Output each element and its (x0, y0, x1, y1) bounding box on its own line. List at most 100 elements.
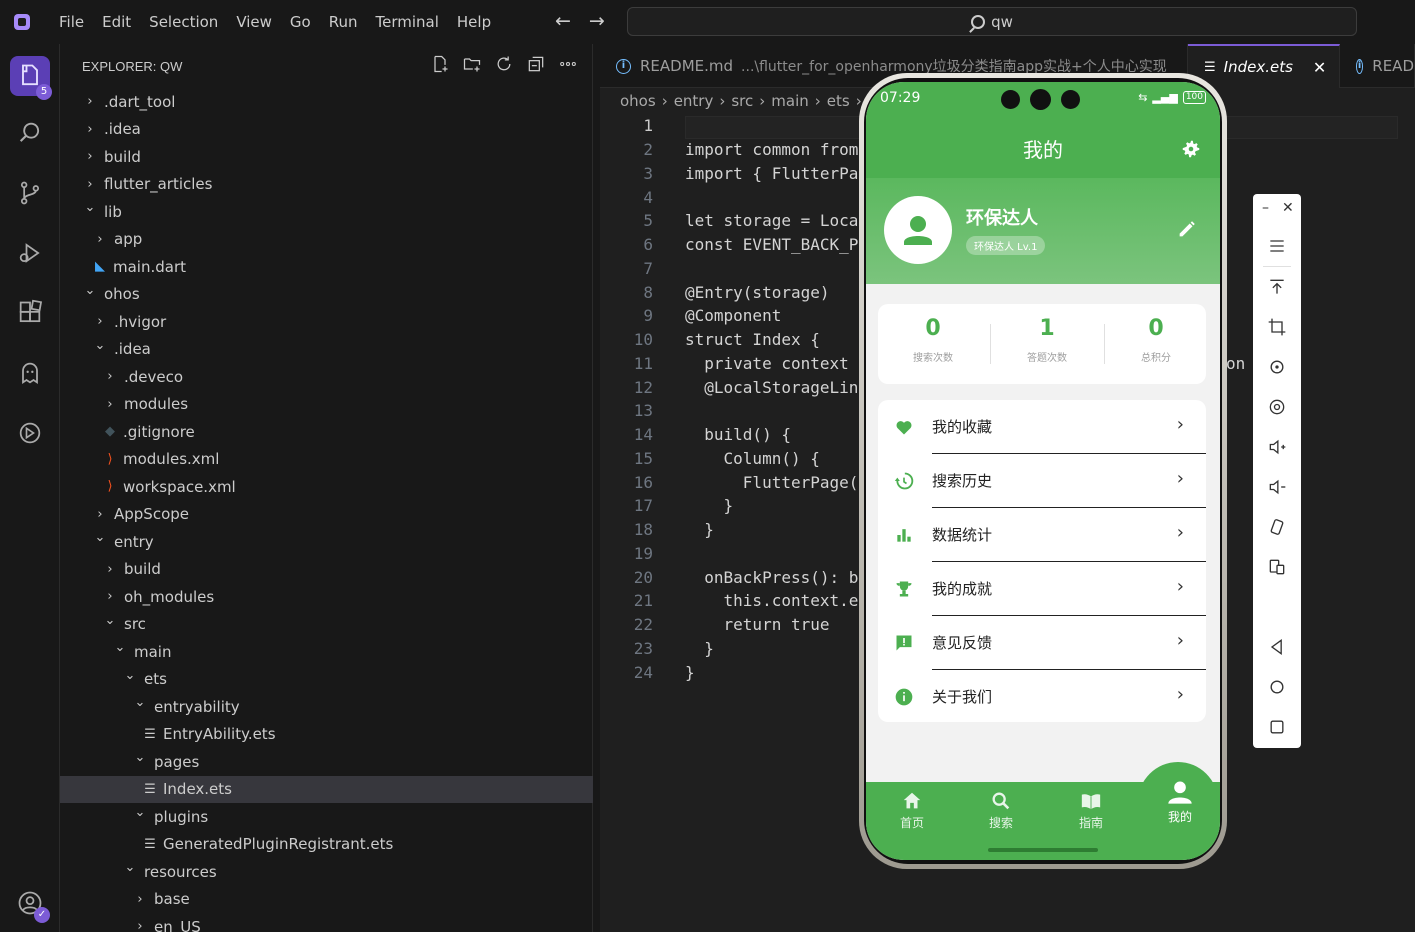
tree-folder[interactable]: › .idea (60, 116, 593, 144)
deveco-extension-icon[interactable] (14, 417, 46, 449)
tree-folder[interactable]: › .dart_tool (60, 88, 593, 116)
search-activity-icon[interactable] (14, 117, 46, 149)
menu-selection[interactable]: Selection (140, 0, 227, 44)
crop-icon[interactable] (1265, 315, 1289, 339)
breadcrumb-item[interactable]: ohos (620, 92, 656, 110)
tree-file[interactable]: ☰ EntryAbility.ets (60, 721, 593, 749)
tree-folder[interactable]: ⌄ main (60, 638, 593, 666)
menu-feedback[interactable]: 意见反馈 › (878, 616, 1206, 670)
multi-device-icon[interactable] (1265, 555, 1289, 579)
menu-edit[interactable]: Edit (93, 0, 140, 44)
tab-index-label: Index.ets (1223, 58, 1293, 76)
ghost-extension-icon[interactable] (14, 357, 46, 389)
explorer-actions (430, 54, 578, 74)
menu-run[interactable]: Run (320, 0, 367, 44)
tree-folder[interactable]: › oh_modules (60, 583, 593, 611)
menu-bar: File Edit Selection View Go Run Terminal… (50, 0, 500, 44)
tab-search[interactable]: 搜索 (971, 790, 1031, 831)
forward-arrow-icon[interactable]: → (589, 10, 605, 32)
command-center-search[interactable]: qw (627, 7, 1357, 36)
tree-folder[interactable]: › flutter_articles (60, 171, 593, 199)
breadcrumb-item[interactable]: src (731, 92, 753, 110)
minimize-icon[interactable]: – (1262, 200, 1269, 216)
tree-file[interactable]: ◆ .gitignore (60, 418, 593, 446)
tree-folder[interactable]: › en_US (60, 913, 593, 932)
avatar[interactable] (884, 196, 952, 264)
menu-achievements[interactable]: 我的成就 › (878, 562, 1206, 616)
tree-file[interactable]: ⟩ workspace.xml (60, 473, 593, 501)
tree-folder[interactable]: ⌄ src (60, 611, 593, 639)
tree-file[interactable]: ☰ GeneratedPluginRegistrant.ets (60, 831, 593, 859)
close-tab-icon[interactable]: ✕ (1313, 58, 1326, 77)
code-line: 20 onBackPress(): b (600, 565, 859, 589)
tree-folder[interactable]: › modules (60, 391, 593, 419)
feedback-icon (896, 635, 912, 651)
home-indicator[interactable] (988, 848, 1098, 852)
tree-folder[interactable]: › base (60, 886, 593, 914)
stat-value: 1 (1039, 316, 1055, 341)
tree-folder[interactable]: › AppScope (60, 501, 593, 529)
breadcrumb-item[interactable]: main (771, 92, 808, 110)
tree-folder[interactable]: ⌄ plugins (60, 803, 593, 831)
menu-favorites[interactable]: 我的收藏 › (878, 400, 1206, 454)
line-number: 8 (643, 282, 653, 302)
explorer-icon[interactable]: 5 (10, 56, 52, 100)
tree-folder[interactable]: ⌄ resources (60, 858, 593, 886)
close-icon[interactable]: ✕ (1282, 200, 1294, 216)
breadcrumb-item[interactable]: entry (674, 92, 714, 110)
source-control-icon[interactable] (14, 177, 46, 209)
tree-folder[interactable]: ⌄ ohos (60, 281, 593, 309)
menu-statistics[interactable]: 数据统计 › (878, 508, 1206, 562)
breadcrumb-item[interactable]: ets (827, 92, 850, 110)
tab-guide[interactable]: 指南 (1061, 790, 1121, 831)
tree-file[interactable]: ◣ main.dart (60, 253, 593, 281)
settings-gear-icon[interactable] (1180, 138, 1202, 160)
pin-top-icon[interactable] (1265, 275, 1289, 299)
tree-folder[interactable]: › .hvigor (60, 308, 593, 336)
back-triangle-icon[interactable] (1265, 635, 1289, 659)
extensions-icon[interactable] (14, 297, 46, 329)
line-number: 19 (633, 543, 653, 563)
tab-mine[interactable]: 我的 (1150, 781, 1210, 825)
volume-down-icon[interactable] (1265, 475, 1289, 499)
menu-file[interactable]: File (50, 0, 93, 44)
account-icon[interactable]: ✓ (14, 887, 50, 923)
refresh-icon[interactable] (494, 54, 514, 74)
tree-folder[interactable]: ⌄ .idea (60, 336, 593, 364)
recents-square-icon[interactable] (1265, 715, 1289, 739)
volume-up-icon[interactable] (1265, 435, 1289, 459)
tab-home[interactable]: 首页 (882, 790, 942, 831)
tree-file[interactable]: ⟩ modules.xml (60, 446, 593, 474)
menu-view[interactable]: View (227, 0, 281, 44)
menu-help[interactable]: Help (448, 0, 500, 44)
tree-folder[interactable]: › .deveco (60, 363, 593, 391)
tree-file[interactable]: ☰ Index.ets (60, 775, 593, 803)
menu-icon[interactable] (1265, 234, 1289, 258)
home-circle-icon[interactable] (1265, 675, 1289, 699)
tree-folder[interactable]: ⌄ pages (60, 748, 593, 776)
tree-folder[interactable]: ⌄ ets (60, 666, 593, 694)
menu-go[interactable]: Go (281, 0, 320, 44)
edit-pencil-icon[interactable] (1176, 218, 1198, 240)
rotate-icon[interactable] (1265, 355, 1289, 379)
tree-folder[interactable]: › build (60, 143, 593, 171)
tab-readme-2[interactable]: i READ (1340, 44, 1415, 88)
more-actions-icon[interactable] (558, 54, 578, 74)
back-arrow-icon[interactable]: ← (555, 10, 571, 32)
menu-search-history[interactable]: 搜索历史 › (878, 454, 1206, 508)
tree-folder[interactable]: › app (60, 226, 593, 254)
menu-terminal[interactable]: Terminal (367, 0, 448, 44)
data-sync-icon: ⇆ (1138, 91, 1148, 104)
new-file-icon[interactable] (430, 54, 450, 74)
collapse-all-icon[interactable] (526, 54, 546, 74)
line-number: 17 (633, 496, 653, 516)
location-icon[interactable] (1265, 395, 1289, 419)
new-folder-icon[interactable] (462, 54, 482, 74)
menu-about[interactable]: 关于我们 › (878, 670, 1206, 724)
tree-folder[interactable]: ⌄ lib (60, 198, 593, 226)
tree-folder[interactable]: ⌄ entryability (60, 693, 593, 721)
rotate-device-icon[interactable] (1265, 515, 1289, 539)
run-debug-icon[interactable] (14, 237, 46, 269)
tree-folder[interactable]: › build (60, 556, 593, 584)
tree-folder[interactable]: ⌄ entry (60, 528, 593, 556)
